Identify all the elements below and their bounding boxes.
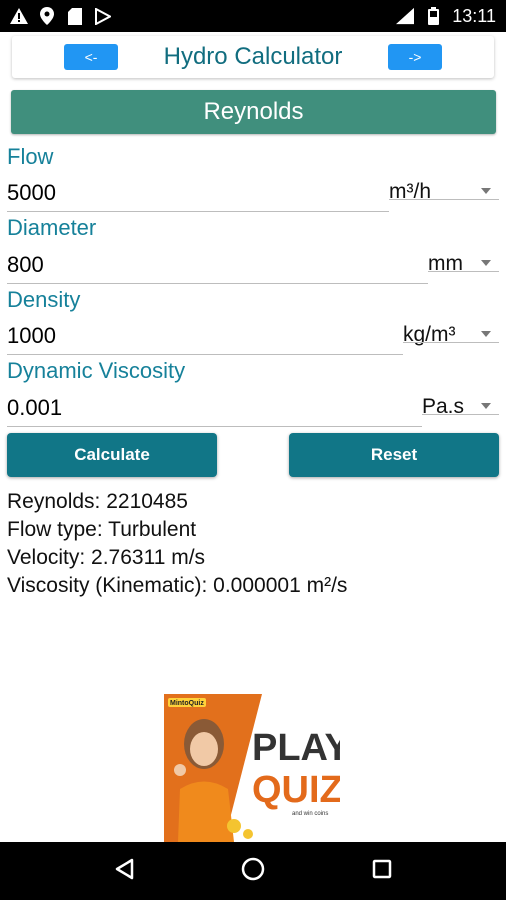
diameter-unit-value: mm bbox=[428, 252, 463, 275]
status-right: 13:11 bbox=[396, 6, 496, 27]
status-bar: 13:11 bbox=[0, 0, 506, 32]
viscosity-input-underline bbox=[7, 426, 422, 427]
sd-card-icon bbox=[66, 7, 84, 25]
ad-brand: MintoQuiz bbox=[170, 700, 204, 707]
app-header: <- Hydro Calculator -> bbox=[12, 36, 494, 78]
flow-input-underline bbox=[7, 211, 389, 212]
home-icon[interactable] bbox=[241, 857, 265, 886]
flow-unit-underline bbox=[389, 199, 499, 200]
ad-banner[interactable]: MintoQuiz PLAY QUIZ and win coins bbox=[164, 694, 350, 842]
density-label: Density bbox=[7, 287, 81, 312]
flow-label: Flow bbox=[7, 144, 54, 169]
clock: 13:11 bbox=[452, 5, 496, 26]
location-icon bbox=[38, 7, 56, 25]
ad-headline-quiz: QUIZ bbox=[252, 769, 340, 811]
viscosity-unit-select[interactable]: Pa.s bbox=[422, 395, 464, 419]
reynolds-result: Reynolds: 2210485 bbox=[7, 490, 188, 513]
ad-artwork: MintoQuiz PLAY QUIZ and win coins bbox=[164, 694, 350, 842]
chevron-down-icon bbox=[481, 331, 491, 337]
results-panel: Reynolds: 2210485 Flow type: Turbulent V… bbox=[7, 488, 347, 600]
play-store-icon bbox=[94, 7, 112, 25]
status-left-icons bbox=[10, 7, 112, 25]
signal-icon bbox=[396, 7, 415, 25]
flow-type-result: Flow type: Turbulent bbox=[7, 518, 197, 541]
back-icon[interactable] bbox=[114, 858, 134, 885]
density-input[interactable]: 1000 bbox=[7, 323, 56, 349]
density-unit-select[interactable]: kg/m³ bbox=[403, 323, 456, 347]
viscosity-input[interactable]: 0.001 bbox=[7, 395, 62, 421]
chevron-down-icon bbox=[481, 188, 491, 194]
diameter-label: Diameter bbox=[7, 215, 97, 240]
diameter-input-underline bbox=[7, 283, 428, 284]
viscosity-unit-underline bbox=[422, 414, 499, 415]
diameter-unit-select[interactable]: mm bbox=[428, 252, 463, 276]
system-nav-bar bbox=[0, 842, 506, 900]
flow-unit-value: m³/h bbox=[389, 180, 431, 203]
viscosity-unit-value: Pa.s bbox=[422, 395, 465, 418]
ad-tagline: and win coins bbox=[292, 811, 328, 817]
diameter-unit-underline bbox=[428, 271, 499, 272]
section-title-bar: Reynolds bbox=[11, 90, 496, 134]
density-unit-underline bbox=[403, 342, 499, 343]
viscosity-label: Dynamic Viscosity bbox=[7, 358, 186, 383]
battery-icon bbox=[424, 7, 442, 25]
chevron-down-icon bbox=[481, 403, 491, 409]
warning-icon bbox=[10, 7, 28, 25]
flow-unit-select[interactable]: m³/h bbox=[389, 180, 431, 204]
kinematic-viscosity-result: Viscosity (Kinematic): 0.000001 m²/s bbox=[7, 574, 348, 597]
velocity-result: Velocity: 2.76311 m/s bbox=[7, 546, 206, 569]
previous-button[interactable]: <- bbox=[64, 44, 118, 70]
app-title: Hydro Calculator bbox=[163, 43, 343, 70]
density-input-underline bbox=[7, 354, 403, 355]
density-unit-value: kg/m³ bbox=[403, 323, 456, 346]
recents-icon[interactable] bbox=[372, 859, 392, 884]
chevron-down-icon bbox=[481, 260, 491, 266]
calculate-button[interactable]: Calculate bbox=[7, 433, 217, 477]
flow-input[interactable]: 5000 bbox=[7, 180, 56, 206]
reset-button[interactable]: Reset bbox=[289, 433, 499, 477]
next-button[interactable]: -> bbox=[387, 44, 442, 70]
diameter-input[interactable]: 800 bbox=[7, 252, 44, 278]
ad-headline-play: PLAY bbox=[252, 727, 340, 769]
